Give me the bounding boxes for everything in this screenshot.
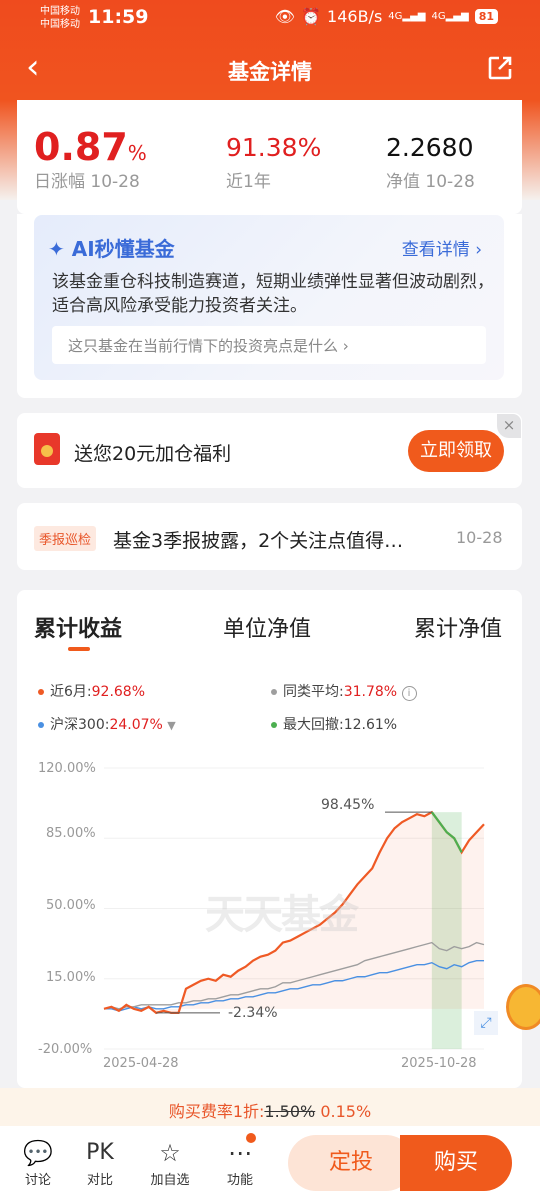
- watermark: 天天基金: [205, 892, 359, 938]
- clock: 11:59: [88, 6, 149, 28]
- signal-icon: 4G▂▄▆: [388, 11, 426, 22]
- carrier-info: 中国移动 中国移动: [40, 5, 80, 31]
- ai-detail-link[interactable]: 查看详情 ›: [402, 235, 482, 260]
- claim-button[interactable]: 立即领取: [408, 430, 504, 472]
- fee-banner: 购买费率1折:1.50% 0.15%: [0, 1088, 540, 1126]
- watchlist-button[interactable]: ☆ 加自选: [142, 1137, 198, 1188]
- legend-drawdown: 最大回撤:12.61%: [271, 714, 397, 734]
- functions-button[interactable]: ⋯ 功能: [212, 1137, 268, 1188]
- legend-index[interactable]: 沪深300:24.07% ▼: [38, 714, 176, 734]
- news-headline[interactable]: 基金3季报披露，2个关注点值得…: [113, 526, 403, 553]
- notify-dot: [246, 1133, 256, 1143]
- chat-icon: 💬: [23, 1139, 53, 1167]
- status-bar: 中国移动 中国移动 11:59 👁 ⏰ 146B/s 4G▂▄▆ 4G▂▄▆ 81: [0, 0, 540, 38]
- info-icon[interactable]: i: [401, 686, 417, 701]
- mascot-icon[interactable]: [506, 984, 540, 1030]
- nav-bar: ‹ 基金详情: [0, 40, 540, 98]
- min-annotation: -2.34%: [228, 1005, 278, 1021]
- carrier-1: 中国移动: [40, 6, 80, 17]
- ai-title: ✦ AI秒懂基金: [48, 237, 175, 261]
- daily-change-value: 0.87%: [34, 125, 147, 169]
- ai-summary: 该基金重仓科技制造赛道，短期业绩弹性显著但波动剧烈，适合高风险承受能力投资者关注…: [52, 272, 494, 316]
- nav-label: 净值 10-28: [386, 172, 475, 192]
- more-icon: ⋯: [228, 1139, 252, 1167]
- active-tab-indicator: [68, 647, 90, 651]
- daily-change-label: 日涨幅 10-28: [34, 172, 140, 192]
- battery-icon: 81: [474, 9, 498, 24]
- news-tag: 季报巡检: [34, 526, 97, 551]
- carrier-2: 中国移动: [40, 19, 80, 30]
- tab-cumulative-return[interactable]: 累计收益: [34, 611, 122, 643]
- legend-fund: 近6月:92.68%: [38, 681, 145, 701]
- compare-button[interactable]: PK 对比: [72, 1137, 128, 1188]
- eye-icon: 👁: [274, 7, 296, 26]
- share-icon[interactable]: [486, 54, 514, 86]
- max-annotation: 98.45%: [321, 797, 375, 813]
- legend-peer: 同类平均:31.78% i: [271, 681, 417, 701]
- pk-icon: PK: [86, 1140, 114, 1165]
- buy-button[interactable]: 购买: [400, 1135, 512, 1191]
- red-envelope-icon: [34, 433, 60, 465]
- close-promo-icon[interactable]: ×: [497, 414, 521, 438]
- year-return-value: 91.38%: [226, 133, 322, 162]
- ai-question[interactable]: 这只基金在当前行情下的投资亮点是什么 ›: [52, 326, 486, 364]
- net-speed: 146B/s: [327, 7, 383, 26]
- page-title: 基金详情: [228, 60, 312, 84]
- alarm-icon: ⏰: [301, 7, 322, 26]
- expand-icon[interactable]: ⤢: [474, 1011, 498, 1035]
- status-right: 👁 ⏰ 146B/s 4G▂▄▆ 4G▂▄▆ 81: [275, 7, 498, 26]
- star-icon: ☆: [159, 1139, 181, 1167]
- sparkle-icon: ✦: [48, 237, 65, 261]
- tab-unit-nav[interactable]: 单位净值: [223, 611, 311, 643]
- news-date: 10-28: [456, 528, 503, 547]
- signal-icon-2: 4G▂▄▆: [431, 11, 469, 22]
- year-return-label: 近1年: [226, 172, 271, 192]
- promo-text: 送您20元加仓福利: [74, 443, 232, 465]
- nav-value: 2.2680: [386, 133, 474, 162]
- discuss-button[interactable]: 💬 讨论: [10, 1137, 66, 1188]
- auto-invest-button[interactable]: 定投: [288, 1135, 414, 1191]
- tab-cumulative-nav[interactable]: 累计净值: [414, 611, 502, 643]
- dropdown-icon[interactable]: ▼: [167, 719, 175, 732]
